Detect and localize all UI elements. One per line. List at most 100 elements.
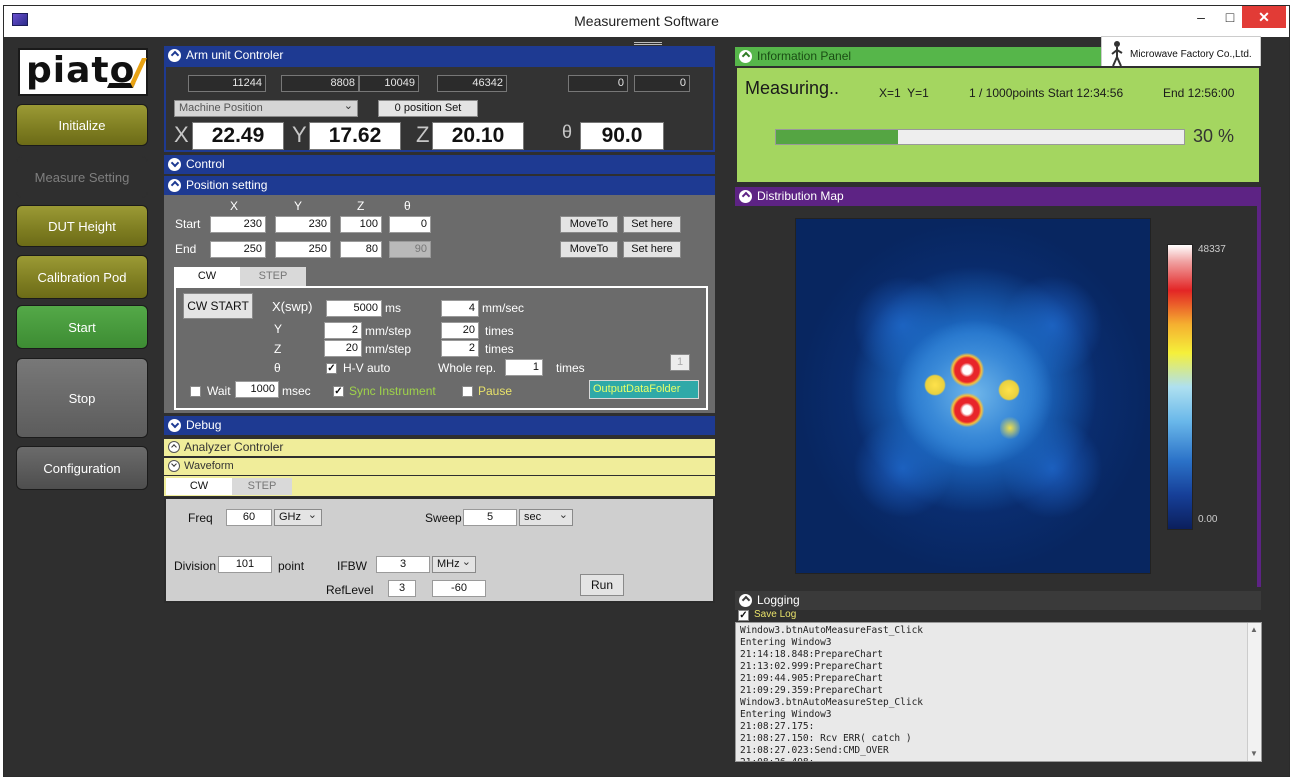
end-moveto-button[interactable]: MoveTo: [560, 241, 618, 258]
distribution-map-panel: 48337 0.00: [735, 206, 1261, 587]
expand-chevron-icon[interactable]: [168, 158, 181, 171]
z-step-unit: mm/step: [365, 342, 412, 356]
pause-checkbox[interactable]: [462, 386, 473, 397]
wait-label: Wait: [207, 384, 231, 398]
y-step-unit: mm/step: [365, 324, 412, 338]
close-button[interactable]: ✕: [1242, 6, 1286, 28]
log-text-area[interactable]: Window3.btnAutoMeasureFast_Click Entering…: [735, 622, 1262, 762]
y-times-input[interactable]: 20: [441, 322, 479, 339]
scroll-up-icon[interactable]: ▲: [1250, 625, 1258, 634]
reflevel-input-b[interactable]: -60: [432, 580, 486, 597]
collapse-chevron-icon[interactable]: [739, 50, 752, 63]
waveform-tab-cw[interactable]: CW: [166, 478, 232, 495]
save-log-label: Save Log: [754, 609, 797, 620]
position-setting-header[interactable]: Position setting: [164, 176, 715, 195]
y-times-unit: times: [485, 324, 514, 338]
control-header[interactable]: Control: [164, 155, 715, 174]
start-set-here-button[interactable]: Set here: [623, 216, 681, 233]
expand-chevron-icon[interactable]: [168, 460, 180, 472]
x-position-value: 22.49: [192, 122, 284, 150]
grip-handle[interactable]: [634, 42, 662, 45]
scan-position-text: X=1 Y=1: [879, 86, 929, 100]
start-moveto-button[interactable]: MoveTo: [560, 216, 618, 233]
waveform-tab-step[interactable]: STEP: [232, 478, 292, 495]
configuration-button[interactable]: Configuration: [16, 446, 148, 490]
scroll-down-icon[interactable]: ▼: [1250, 749, 1258, 758]
initialize-button[interactable]: Initialize: [16, 104, 148, 146]
x-swp-label: X(swp): [272, 299, 313, 314]
log-lines: Window3.btnAutoMeasureFast_Click Entering…: [740, 625, 923, 761]
save-log-checkbox[interactable]: ✓: [738, 610, 749, 621]
z-step-input[interactable]: 20: [324, 340, 362, 357]
sync-instrument-checkbox[interactable]: ✓: [333, 386, 344, 397]
wait-checkbox[interactable]: [190, 386, 201, 397]
speed-input[interactable]: 4: [441, 300, 479, 317]
log-line: 21:13:02.999:PrepareChart: [740, 661, 883, 672]
analyzer-controller-header[interactable]: Analyzer Controler: [164, 439, 715, 456]
tab-cw[interactable]: CW: [174, 267, 240, 286]
theta-step-label: θ: [274, 361, 281, 375]
waveform-header[interactable]: Waveform: [164, 458, 715, 475]
expand-chevron-icon[interactable]: [168, 419, 181, 432]
sweep-label: Sweep: [425, 511, 462, 525]
cw-start-button[interactable]: CW START: [183, 293, 253, 319]
collapse-chevron-icon[interactable]: [168, 179, 181, 192]
points-progress-text: 1 / 1000points Start 12:34:56: [969, 86, 1124, 100]
zero-position-set-button[interactable]: 0 position Set: [378, 100, 478, 117]
x-swp-input[interactable]: 5000: [326, 300, 382, 317]
sweep-unit-select[interactable]: sec: [519, 508, 573, 526]
end-x-input[interactable]: 250: [210, 241, 266, 258]
x-swp-unit: ms: [385, 301, 401, 315]
ifbw-label: IFBW: [337, 559, 367, 573]
division-input[interactable]: 101: [218, 556, 272, 573]
end-z-input[interactable]: 80: [340, 241, 382, 258]
end-theta-input[interactable]: 90: [389, 241, 431, 258]
stop-button[interactable]: Stop: [16, 358, 148, 438]
tab-step[interactable]: STEP: [240, 267, 306, 286]
counter-6: 0: [634, 75, 690, 92]
start-z-input[interactable]: 100: [340, 216, 382, 233]
output-data-folder-button[interactable]: OutputDataFolder: [589, 380, 699, 399]
dut-height-button[interactable]: DUT Height: [16, 205, 148, 247]
collapse-chevron-icon[interactable]: [168, 49, 181, 62]
start-theta-input[interactable]: 0: [389, 216, 431, 233]
whole-rep-unit: times: [556, 361, 585, 375]
color-scale-bar: [1167, 244, 1193, 530]
start-y-input[interactable]: 230: [275, 216, 331, 233]
whole-rep-input[interactable]: 1: [505, 359, 543, 376]
distribution-map-header[interactable]: Distribution Map: [735, 187, 1261, 206]
freq-unit-select[interactable]: GHz: [274, 508, 322, 526]
waveform-tab-strip: CW STEP: [164, 476, 715, 496]
logo: piato: [18, 48, 148, 96]
end-set-here-button[interactable]: Set here: [623, 241, 681, 258]
z-times-input[interactable]: 2: [441, 340, 479, 357]
counter-2: 8808: [281, 75, 359, 92]
ifbw-input[interactable]: 3: [376, 556, 430, 573]
calibration-pod-button[interactable]: Calibration Pod: [16, 255, 148, 299]
collapse-chevron-icon[interactable]: [739, 594, 752, 607]
log-scrollbar[interactable]: ▲ ▼: [1247, 623, 1261, 761]
run-button[interactable]: Run: [580, 574, 624, 596]
reflevel-input-a[interactable]: 3: [388, 580, 416, 597]
freq-input[interactable]: 60: [226, 509, 272, 526]
color-scale-min: 0.00: [1198, 514, 1218, 525]
arm-unit-header[interactable]: Arm unit Controler: [164, 46, 715, 65]
start-button[interactable]: Start: [16, 305, 148, 349]
collapse-chevron-icon[interactable]: [739, 190, 752, 203]
y-step-input[interactable]: 2: [324, 322, 362, 339]
end-y-input[interactable]: 250: [275, 241, 331, 258]
debug-header[interactable]: Debug: [164, 416, 715, 435]
measure-setting-button[interactable]: Measure Setting: [16, 156, 148, 198]
start-x-input[interactable]: 230: [210, 216, 266, 233]
ifbw-unit-select[interactable]: MHz: [432, 555, 476, 573]
minimize-button[interactable]: –: [1185, 6, 1217, 28]
wait-input[interactable]: 1000: [235, 381, 279, 398]
hv-auto-checkbox[interactable]: ✓: [326, 363, 337, 374]
sweep-input[interactable]: 5: [463, 509, 517, 526]
arm-unit-panel: 11244 8808 10049 46342 0 0 Machine Posit…: [164, 65, 715, 152]
collapse-chevron-icon[interactable]: [168, 441, 180, 453]
logging-header[interactable]: Logging: [735, 591, 1261, 610]
reflevel-label: RefLevel: [326, 583, 374, 597]
position-mode-select[interactable]: Machine Position: [174, 99, 358, 117]
y-axis-label: Y: [292, 122, 307, 147]
